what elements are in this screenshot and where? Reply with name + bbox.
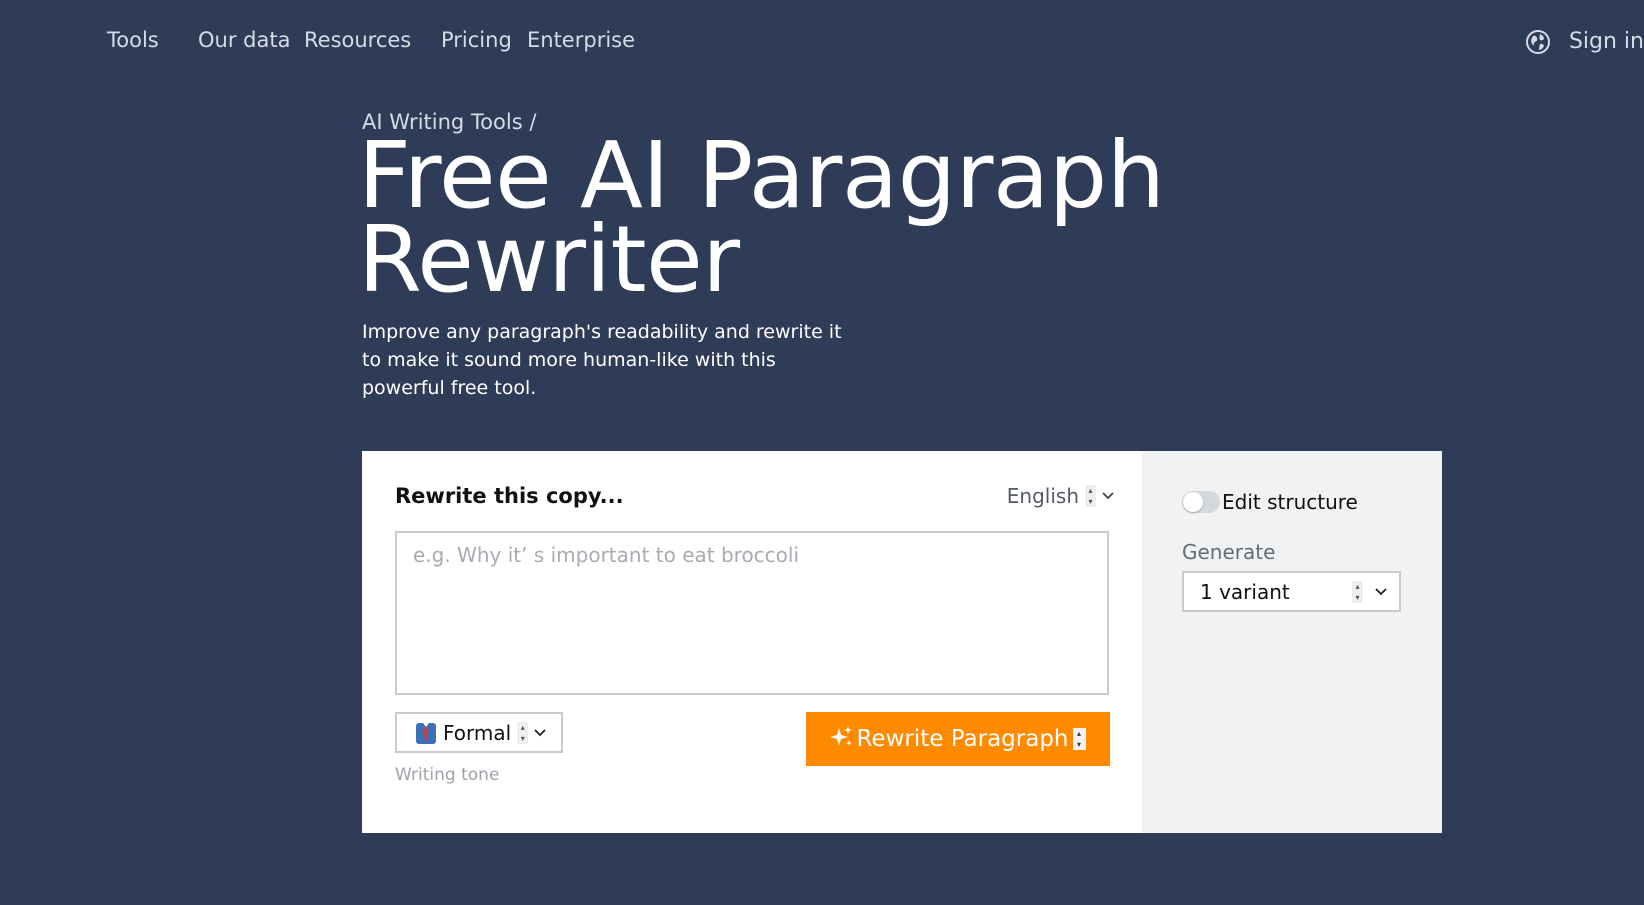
rewriter-main-panel: Rewrite this copy... English ▴▾ Formal ▴… <box>362 451 1142 833</box>
edit-structure-row[interactable]: Edit structure <box>1182 489 1358 515</box>
chevron-down-icon <box>1375 584 1387 600</box>
rewrite-paragraph-button[interactable]: Rewrite Paragraph ▴ ▾ <box>806 712 1110 766</box>
top-nav: Tools Our data Resources Pricing Enterpr… <box>0 0 1644 80</box>
language-value: English <box>1006 484 1079 508</box>
rewriter-card: Rewrite this copy... English ▴▾ Formal ▴… <box>362 451 1442 833</box>
nav-our-data[interactable]: Our data <box>198 26 290 54</box>
writing-tone-select[interactable]: Formal ▴ ▾ <box>395 712 563 753</box>
writing-tone-value: Formal <box>443 720 512 745</box>
variant-spinner-icon: ▴ ▾ <box>1352 580 1363 603</box>
generate-label: Generate <box>1182 540 1276 564</box>
language-spinner-icon: ▴ ▾ <box>1085 485 1096 507</box>
page-title: Free AI Paragraph Rewriter <box>358 130 1318 313</box>
button-spinner-icon: ▴ ▾ <box>1072 728 1086 750</box>
writing-tone-label: Writing tone <box>395 765 500 785</box>
sparkle-icon <box>830 725 854 754</box>
language-select[interactable]: English ▴ ▾ <box>1007 483 1114 509</box>
options-side-panel: Edit structure Generate 1 variant ▴ ▾ <box>1142 451 1442 833</box>
toggle-knob <box>1183 492 1203 512</box>
sign-in-link[interactable]: Sign in <box>1569 28 1644 56</box>
nav-enterprise[interactable]: Enterprise <box>527 26 635 54</box>
nav-tools[interactable]: Tools <box>107 26 159 54</box>
globe-icon[interactable] <box>1525 29 1551 55</box>
rewrite-copy-heading: Rewrite this copy... <box>395 484 624 508</box>
chevron-down-icon <box>1102 483 1114 509</box>
variant-count-value: 1 variant <box>1200 579 1290 604</box>
tone-spinner-icon: ▴ ▾ <box>517 721 529 744</box>
necktie-icon <box>415 721 437 745</box>
nav-resources[interactable]: Resources <box>304 26 411 54</box>
paragraph-input[interactable] <box>395 531 1109 695</box>
nav-right: Sign in <box>1525 26 1644 58</box>
variant-count-select[interactable]: 1 variant ▴ ▾ <box>1182 571 1401 612</box>
chevron-down-icon <box>534 725 546 741</box>
page-title-line-2: Rewriter <box>358 206 740 313</box>
page-description: Improve any paragraph's readability and … <box>362 321 842 399</box>
edit-structure-label: Edit structure <box>1222 490 1358 514</box>
nav-pricing[interactable]: Pricing <box>441 26 512 54</box>
rewrite-paragraph-label: Rewrite Paragraph <box>856 726 1069 752</box>
edit-structure-toggle[interactable] <box>1182 491 1220 513</box>
